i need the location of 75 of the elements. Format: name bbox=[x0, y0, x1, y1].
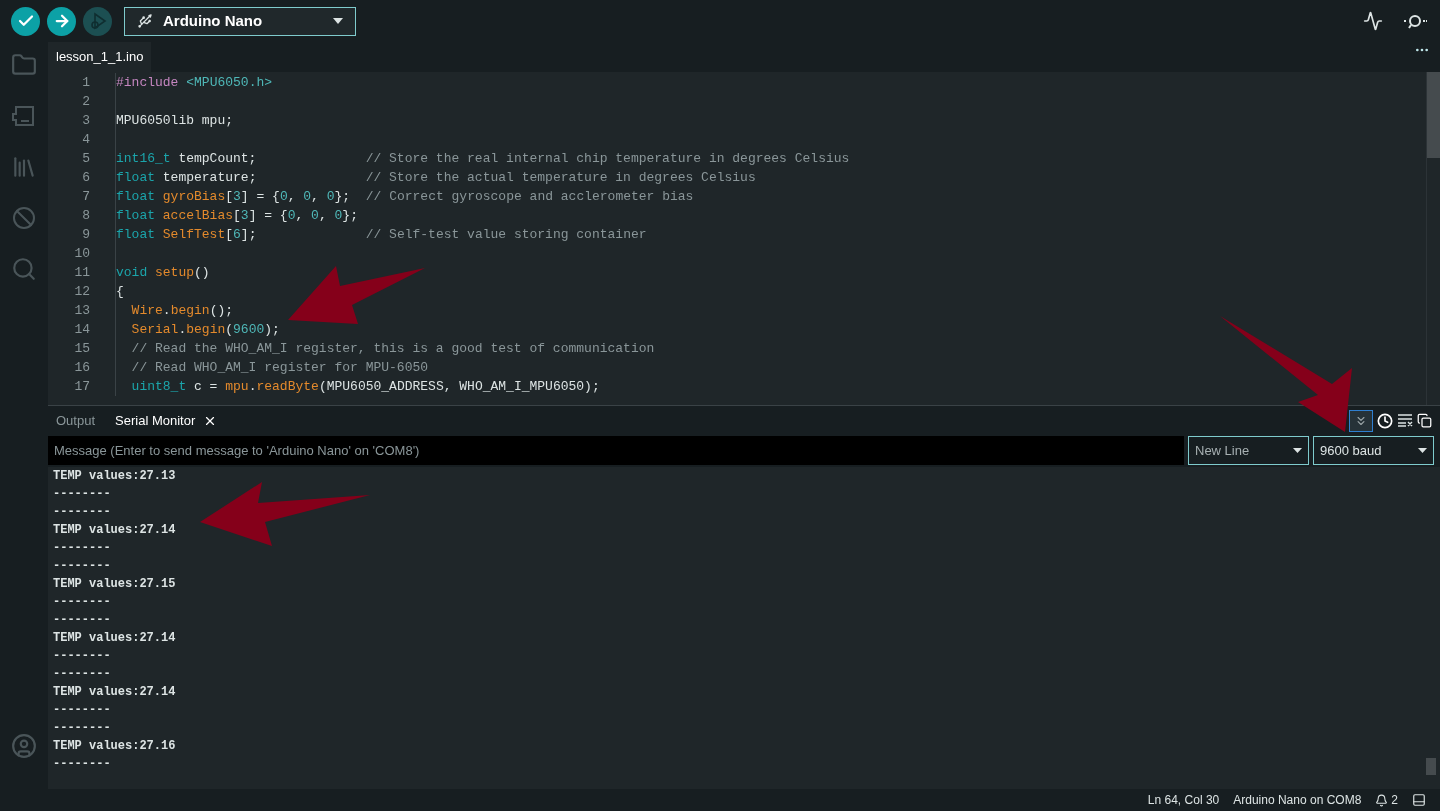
debug-icon bbox=[88, 12, 107, 30]
code-line: void setup() bbox=[116, 263, 210, 282]
timestamp-icon[interactable] bbox=[1377, 413, 1393, 429]
scrollbar-thumb[interactable] bbox=[1427, 72, 1440, 158]
chevrons-down-icon bbox=[1354, 414, 1368, 428]
serial-output-line: TEMP values:27.16 bbox=[53, 738, 176, 755]
code-line: uint8_t c = mpu.readByte(MPU6050_ADDRESS, WHO_AM_I_MPU6050); bbox=[130, 377, 600, 396]
line-number: 11 bbox=[73, 263, 90, 282]
caret-icon bbox=[333, 18, 343, 24]
notification-icon[interactable] bbox=[1375, 793, 1389, 807]
serial-output-line: -------- bbox=[53, 756, 111, 773]
line-ending-select[interactable]: New Line bbox=[1188, 436, 1309, 465]
serial-output-line: TEMP values:27.14 bbox=[53, 522, 176, 539]
caret-icon bbox=[1293, 448, 1302, 453]
serial-output-line: -------- bbox=[53, 594, 111, 611]
serial-output-line: -------- bbox=[53, 504, 111, 521]
serial-plotter-icon[interactable] bbox=[1363, 11, 1383, 31]
copy-icon[interactable] bbox=[1417, 413, 1432, 429]
line-number: 4 bbox=[81, 130, 90, 149]
message-field[interactable]: Message (Enter to send message to 'Arduino Nano' on 'COM8') bbox=[48, 436, 1184, 465]
line-number: 10 bbox=[73, 244, 90, 263]
panel-toggle-icon[interactable] bbox=[1412, 793, 1426, 807]
serial-output-line: -------- bbox=[53, 558, 111, 575]
code-line: float gyroBias[3] = {0, 0, 0}; // Correct gyroscope and acclerometer bias bbox=[116, 187, 694, 206]
serial-output-line: -------- bbox=[53, 540, 111, 557]
serial-output-line: TEMP values:27.15 bbox=[53, 576, 176, 593]
code-line: float accelBias[3] = {0, 0, 0}; bbox=[116, 206, 358, 225]
serial-output-line: -------- bbox=[53, 720, 111, 737]
line-number: 9 bbox=[81, 225, 90, 244]
scrollbar-thumb[interactable] bbox=[1426, 758, 1436, 775]
serial-output-line: -------- bbox=[53, 648, 111, 665]
caret-icon bbox=[1418, 448, 1427, 453]
line-number: 1 bbox=[81, 73, 90, 92]
code-line: // Read WHO_AM_I register for MPU-6050 bbox=[130, 358, 429, 377]
code-line: Serial.begin(9600); bbox=[130, 320, 280, 339]
verify-button[interactable] bbox=[11, 6, 40, 36]
clear-output-icon[interactable] bbox=[1397, 413, 1413, 427]
line-number: 12 bbox=[73, 282, 90, 301]
cursor-position[interactable]: Ln 64, Col 30 bbox=[1147, 791, 1220, 809]
file-tab[interactable]: lesson_1_1.ino bbox=[48, 42, 152, 72]
serial-output-line: -------- bbox=[53, 612, 111, 629]
autoscroll-button[interactable] bbox=[1349, 410, 1373, 432]
panel-tab[interactable]: Serial Monitor bbox=[115, 411, 218, 431]
line-number: 14 bbox=[73, 320, 90, 339]
code-line: #include <MPU6050.h> bbox=[116, 73, 273, 92]
serial-output-line: -------- bbox=[53, 666, 111, 683]
line-number: 6 bbox=[81, 168, 90, 187]
line-number: 7 bbox=[81, 187, 90, 206]
upload-button[interactable] bbox=[47, 6, 76, 36]
code-line: Wire.begin(); bbox=[130, 301, 234, 320]
line-number: 2 bbox=[81, 92, 90, 111]
serial-output-line: -------- bbox=[53, 702, 111, 719]
code-line: { bbox=[116, 282, 124, 301]
line-number: 16 bbox=[73, 358, 90, 377]
code-line: // Read the WHO_AM_I register, this is a good test of communication bbox=[130, 339, 655, 358]
baud-rate-select[interactable]: 9600 baud bbox=[1313, 436, 1434, 465]
line-number: 17 bbox=[73, 377, 90, 396]
line-number: 15 bbox=[73, 339, 90, 358]
serial-output-line: -------- bbox=[53, 486, 111, 503]
line-number: 13 bbox=[73, 301, 90, 320]
serial-output-line: TEMP values:27.14 bbox=[53, 684, 176, 701]
line-number: 5 bbox=[81, 149, 90, 168]
board-selector[interactable]: Arduino Nano bbox=[124, 6, 356, 36]
code-line: float SelfTest[6]; // Self-test value storing container bbox=[116, 225, 647, 244]
panel-tab[interactable]: Output bbox=[56, 411, 96, 431]
code-line: MPU6050lib mpu; bbox=[116, 111, 234, 130]
code-line: float temperature; // Store the actual temperature in degrees Celsius bbox=[116, 168, 756, 187]
serial-output-line: TEMP values:27.14 bbox=[53, 630, 176, 647]
serial-output-line: TEMP values:27.13 bbox=[53, 468, 176, 485]
board-port[interactable]: Arduino Nano on COM8 bbox=[1233, 791, 1362, 809]
line-number: 8 bbox=[81, 206, 90, 225]
notification-count: 2 bbox=[1391, 792, 1398, 809]
code-line: int16_t tempCount; // Store the real internal chip temperature in degrees Celsius bbox=[116, 149, 850, 168]
line-number: 3 bbox=[81, 111, 90, 130]
usb-icon bbox=[137, 13, 153, 29]
